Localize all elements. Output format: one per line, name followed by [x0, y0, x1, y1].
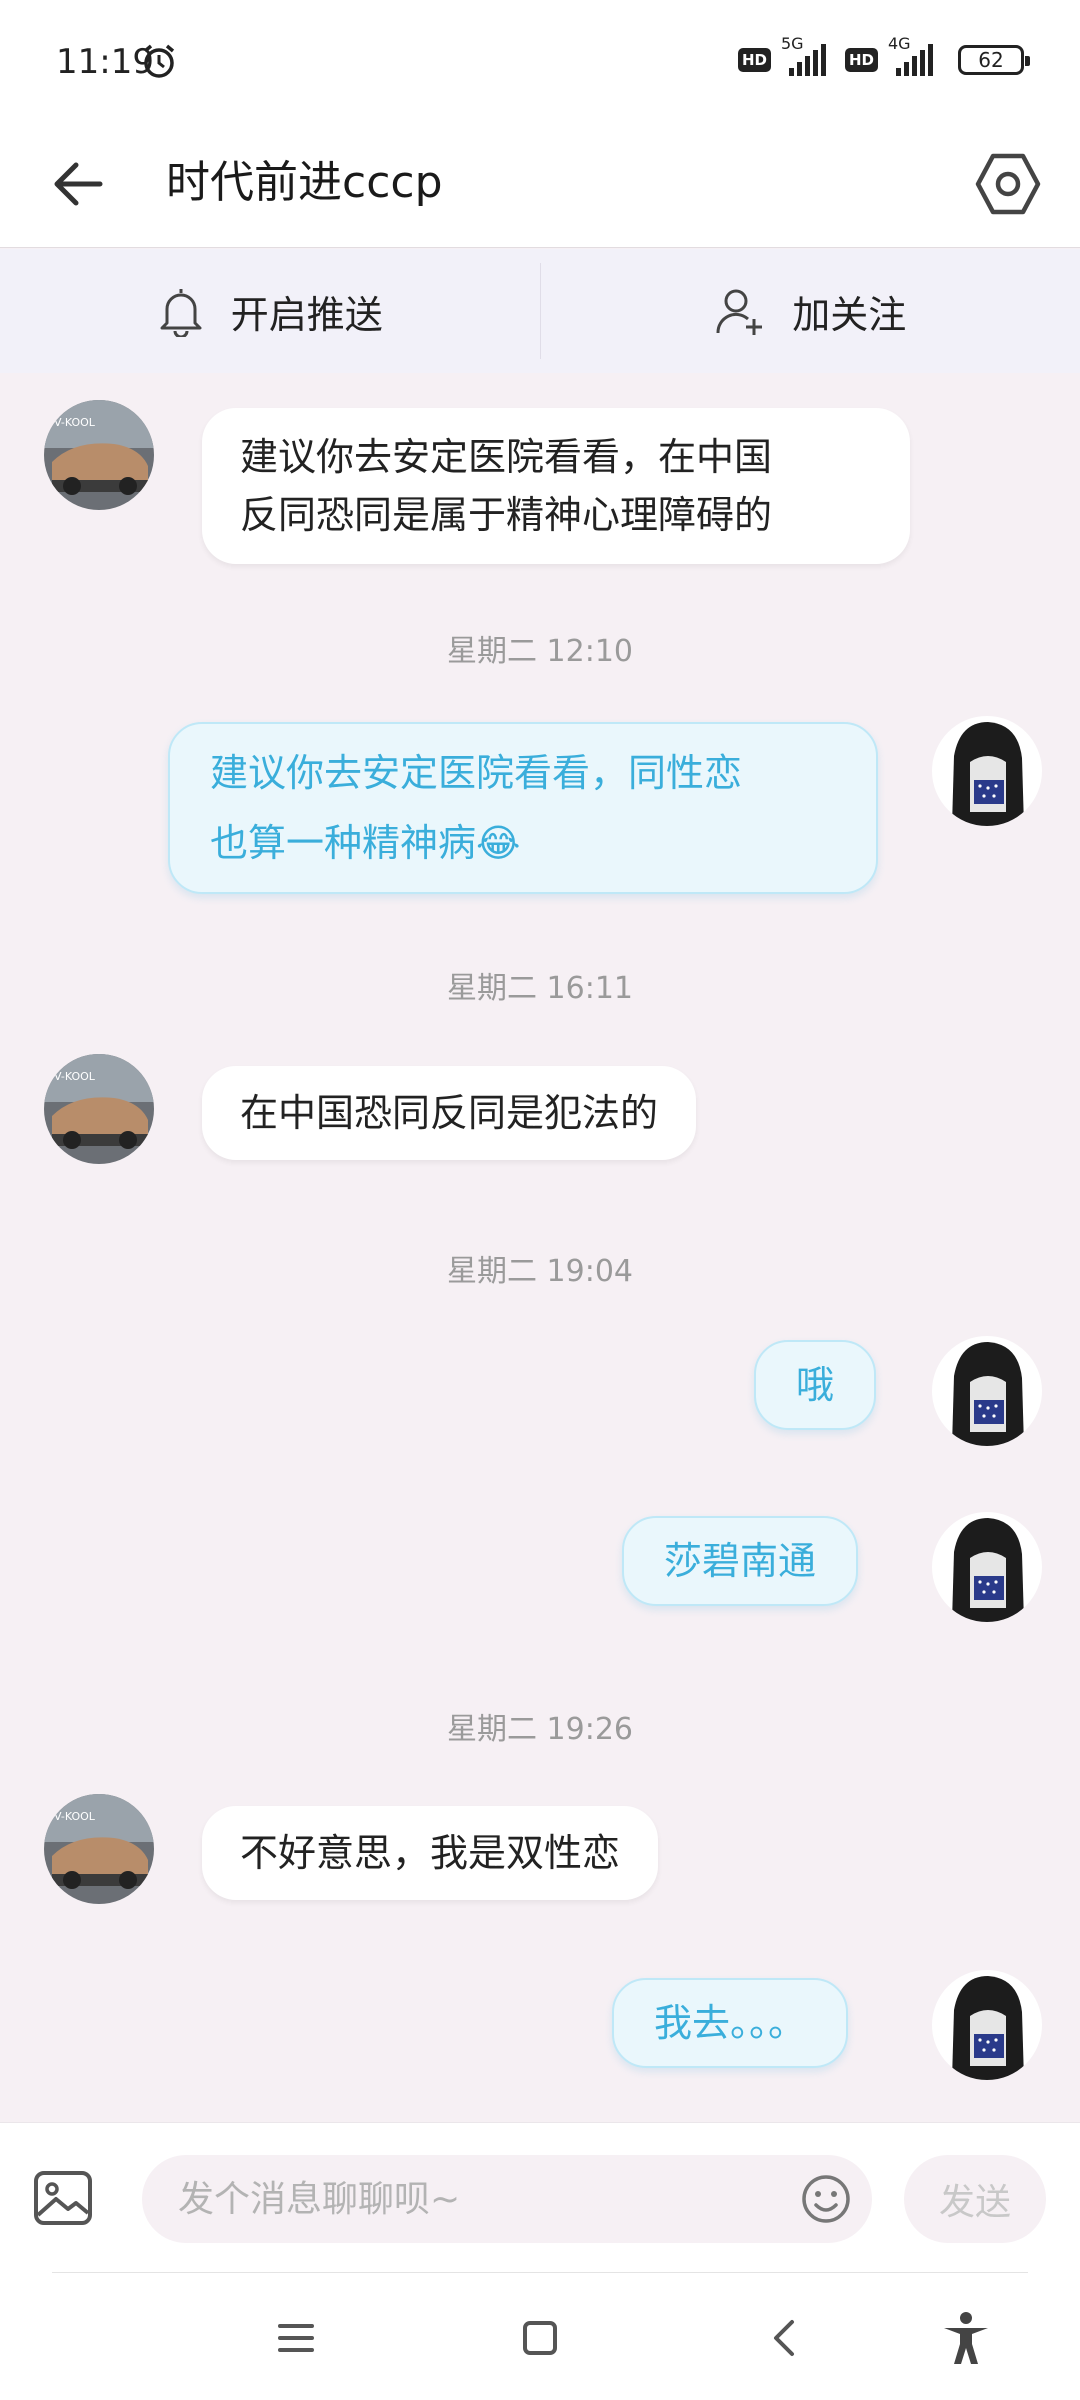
message-text: 不好意思，我是双性恋	[240, 1831, 621, 1875]
nav-divider	[52, 2272, 1028, 2273]
svg-text:V-KOOL: V-KOOL	[54, 416, 96, 429]
message-input-wrapper	[142, 2155, 872, 2243]
smiley-icon[interactable]	[800, 2173, 852, 2225]
arrow-left-icon[interactable]	[44, 150, 112, 218]
image-icon[interactable]	[32, 2167, 94, 2229]
message-bubble-outgoing[interactable]: 哦	[754, 1340, 877, 1430]
timestamp: 星期二 16:11	[447, 971, 633, 1006]
accessibility-icon[interactable]	[936, 2308, 996, 2368]
message-text-line: 建议你去安定医院看看，同性恋	[210, 751, 743, 795]
message-bubble-outgoing[interactable]: 我去。。。	[612, 1978, 849, 2068]
send-button[interactable]: 发送	[904, 2155, 1046, 2243]
message-composer: 发送	[0, 2122, 1080, 2272]
status-indicators: HD 5G HD 4G 62	[737, 34, 1030, 80]
my-avatar[interactable]	[932, 1336, 1042, 1446]
follow-label: 加关注	[792, 292, 907, 337]
timestamp: 星期二 19:04	[447, 1254, 633, 1289]
enable-push-button[interactable]: 开启推送	[0, 249, 540, 373]
message-bubble-incoming[interactable]: 建议你去安定医院看看，在中国 反同恐同是属于精神心理障碍的	[202, 408, 910, 564]
message-bubble-incoming[interactable]: 在中国恐同反同是犯法的	[202, 1066, 697, 1160]
contact-avatar[interactable]: V-KOOL	[44, 400, 154, 510]
laughing-emoji: 😂	[476, 821, 521, 865]
alarm-icon	[143, 44, 175, 78]
my-avatar[interactable]	[932, 1970, 1042, 2080]
message-input[interactable]	[178, 2155, 738, 2243]
status-bar: 11:19 HD 5G HD 4G 62	[0, 0, 1080, 120]
add-user-icon	[716, 289, 763, 335]
message-text-line: 也算一种精神病	[210, 821, 477, 865]
message-text: 莎碧南通	[664, 1539, 817, 1583]
hexagon-gear-icon[interactable]	[968, 144, 1048, 224]
enable-push-label: 开启推送	[230, 292, 383, 337]
system-nav-bar	[0, 2272, 1080, 2400]
message-bubble-outgoing[interactable]: 莎碧南通	[622, 1516, 859, 1606]
contact-avatar[interactable]: V-KOOL	[44, 1794, 154, 1904]
menu-icon[interactable]	[266, 2308, 326, 2368]
my-avatar[interactable]	[932, 716, 1042, 826]
bell-icon	[160, 289, 202, 337]
chat-header: 时代前进cccp	[0, 120, 1080, 248]
timestamp: 星期二 12:10	[447, 634, 633, 669]
action-bar: 开启推送 加关注	[0, 249, 1080, 373]
chevron-left-icon[interactable]	[756, 2308, 816, 2368]
signal-4g-icon: 4G	[888, 34, 942, 80]
battery-level: 62	[978, 48, 1004, 72]
message-bubble-outgoing[interactable]: 建议你去安定医院看看，同性恋 也算一种精神病😂	[168, 722, 878, 894]
message-text: 在中国恐同反同是犯法的	[240, 1091, 659, 1135]
follow-button[interactable]: 加关注	[541, 249, 1080, 373]
svg-text:V-KOOL: V-KOOL	[54, 1070, 96, 1083]
chat-title: 时代前进cccp	[166, 157, 443, 208]
message-text-line: 反同恐同是属于精神心理障碍的	[240, 493, 773, 537]
message-text: 我去。。。	[654, 2001, 807, 2045]
signal-5g-icon: 5G	[781, 34, 835, 80]
contact-avatar[interactable]: V-KOOL	[44, 1054, 154, 1164]
message-text-line: 建议你去安定医院看看，在中国	[240, 435, 773, 479]
svg-text:V-KOOL: V-KOOL	[54, 1810, 96, 1823]
battery-icon: 62	[958, 45, 1030, 75]
hd-badge: HD	[737, 48, 771, 72]
my-avatar[interactable]	[932, 1512, 1042, 1622]
message-text: 哦	[796, 1363, 835, 1407]
message-bubble-incoming[interactable]: 不好意思，我是双性恋	[202, 1806, 659, 1900]
timestamp: 星期二 19:26	[447, 1712, 633, 1747]
hd-badge-2: HD	[844, 48, 878, 72]
square-icon[interactable]	[510, 2308, 570, 2368]
